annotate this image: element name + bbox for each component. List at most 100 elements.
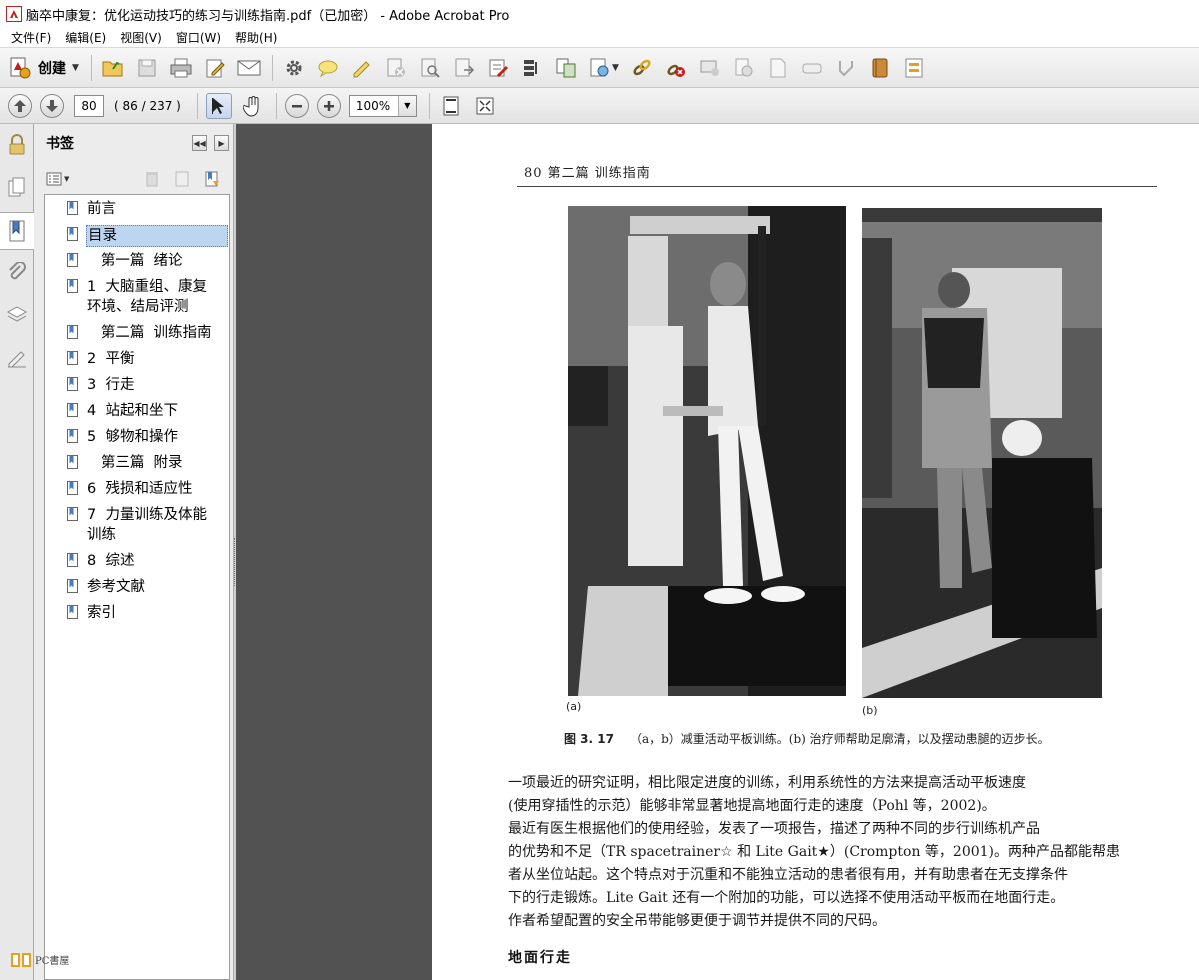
previous-page-button[interactable] — [8, 93, 32, 118]
bookmark-item[interactable]: 6 残损和适应性 — [45, 479, 229, 505]
save-button[interactable] — [134, 55, 160, 81]
edit-document-icon — [206, 59, 225, 77]
edit-button[interactable] — [202, 55, 228, 81]
action-button[interactable] — [833, 55, 859, 81]
bookmark-label: 5 够物和操作 — [87, 429, 178, 445]
zoom-out-button[interactable] — [284, 93, 309, 118]
cursor-arrow-icon — [211, 97, 224, 114]
bookmark-item[interactable]: 第三篇 附录 — [45, 453, 229, 479]
new-bookmark-button[interactable] — [174, 170, 190, 191]
unlink-button[interactable] — [663, 55, 689, 81]
remove-button[interactable] — [383, 55, 409, 81]
navigation-toolbar: 80 ( 86 / 237 ) 100% ▼ — [0, 88, 1199, 124]
bookmark-item[interactable]: 第二篇 训练指南 — [45, 323, 229, 349]
options-menu-button[interactable]: ▼ — [46, 172, 69, 186]
bookmark-item[interactable]: 3 行走 — [45, 375, 229, 401]
web-capture-button[interactable]: ▼ — [587, 55, 621, 81]
attachments-panel-button[interactable] — [3, 258, 31, 288]
bookmark-item[interactable]: 1 大脑重组、康复 环境、结局评测 — [45, 277, 229, 323]
bookmark-item[interactable]: 2 平衡 — [45, 349, 229, 375]
settings-button[interactable] — [281, 55, 307, 81]
bookmark-icon — [9, 220, 25, 242]
text-line: 者从坐位站起。这个特点对于沉重和不能独立活动的患者很有用，并有助患者在无支撑条件 — [508, 867, 1068, 883]
bookmark-item[interactable]: 目录 — [45, 225, 229, 251]
next-page-button[interactable] — [40, 93, 64, 118]
chevron-down-icon: ▼ — [72, 62, 79, 73]
paperclip-icon — [9, 262, 26, 280]
blank-page-button[interactable] — [765, 55, 791, 81]
chevron-down-icon: ▼ — [64, 175, 70, 183]
menu-view[interactable]: 视图(V) — [113, 29, 169, 46]
open-button[interactable] — [100, 55, 126, 81]
delete-page-icon — [387, 58, 405, 77]
fit-page-button[interactable] — [438, 93, 464, 119]
page-count: ( 86 / 237 ) — [114, 98, 181, 113]
menu-help[interactable]: 帮助(H) — [228, 29, 284, 46]
bookmarks-panel-button[interactable] — [0, 212, 34, 250]
review-button[interactable] — [697, 55, 723, 81]
secure-button[interactable] — [629, 55, 655, 81]
blank-page-icon — [770, 58, 786, 77]
create-button[interactable]: 创建 ▼ — [8, 54, 79, 82]
menu-edit[interactable]: 编辑(E) — [58, 29, 113, 46]
bookmark-icon — [67, 455, 78, 469]
export-icon — [455, 58, 474, 76]
page-number-input[interactable]: 80 — [74, 94, 104, 117]
bookmark-item[interactable]: 前言 — [45, 199, 229, 225]
forms-button[interactable] — [901, 55, 927, 81]
gear-icon — [286, 60, 302, 75]
bookmark-tag-icon — [205, 171, 219, 187]
chevron-down-icon[interactable]: ▼ — [397, 95, 416, 116]
pages-button[interactable] — [553, 55, 579, 81]
text-line: (使用穿插性的示范）能够非常显著地提高地面行走的速度（Pohl 等，2002)。 — [508, 798, 996, 814]
info-button[interactable] — [731, 55, 757, 81]
bookmark-icon — [67, 227, 78, 241]
bookmark-item[interactable]: 5 够物和操作 — [45, 427, 229, 453]
reader-button[interactable] — [799, 55, 825, 81]
sign-button[interactable] — [349, 55, 375, 81]
bookmark-label: 第二篇 训练指南 — [87, 325, 212, 341]
bookmark-icon — [67, 279, 78, 293]
email-button[interactable] — [236, 55, 262, 81]
notebook-button[interactable] — [867, 55, 893, 81]
figure-number: 图 3. 17 — [564, 732, 614, 746]
layers-panel-button[interactable] — [3, 300, 31, 330]
delete-bookmark-button[interactable] — [144, 170, 160, 191]
zoom-in-button[interactable] — [316, 93, 341, 118]
bookmark-item[interactable]: 4 站起和坐下 — [45, 401, 229, 427]
export-button[interactable] — [451, 55, 477, 81]
bookmark-item[interactable]: 7 力量训练及体能 训练 — [45, 505, 229, 551]
search-doc-button[interactable] — [417, 55, 443, 81]
figure-caption: 图 3. 17 （a，b）减重活动平板训练。(b) 治疗师帮助足廓清，以及摆动患腿… — [564, 730, 1050, 747]
select-tool-button[interactable] — [205, 92, 232, 119]
bookmark-item[interactable]: 索引 — [45, 603, 229, 629]
bookmark-item[interactable]: 参考文献 — [45, 577, 229, 603]
bookmark-item[interactable]: 第一篇 绪论 — [45, 251, 229, 277]
sign-pen-icon — [353, 60, 370, 77]
panel-options-button[interactable]: ▶ — [214, 135, 229, 151]
signatures-panel-button[interactable] — [3, 344, 31, 374]
bookmark-icon — [67, 553, 78, 567]
document-view[interactable]: 80 第二篇 训练指南 (a) (b) 图 3. 17 （a，b）减重活动平板训… — [236, 124, 1199, 980]
form-button[interactable] — [485, 55, 511, 81]
collapse-panel-button[interactable]: ◀◀ — [192, 135, 207, 151]
pages-panel-button[interactable] — [3, 172, 31, 202]
menu-bar: 文件(F) 编辑(E) 视图(V) 窗口(W) 帮助(H) — [0, 28, 1199, 48]
bookmark-label: 参考文献 — [87, 579, 145, 595]
toolbar-separator — [90, 54, 92, 81]
hand-tool-button[interactable] — [240, 93, 266, 119]
security-panel-button[interactable] — [3, 130, 31, 160]
full-screen-button[interactable] — [472, 93, 498, 119]
bookmark-icon — [67, 253, 78, 267]
tag-bookmark-button[interactable] — [204, 170, 222, 191]
print-button[interactable] — [168, 55, 194, 81]
combine-button[interactable] — [519, 55, 545, 81]
menu-file[interactable]: 文件(F) — [4, 29, 58, 46]
window-title: 脑卒中康复：优化运动技巧的练习与训练指南.pdf（已加密） - Adobe Ac… — [26, 8, 510, 24]
menu-window[interactable]: 窗口(W) — [169, 29, 228, 46]
comment-button[interactable] — [315, 55, 341, 81]
bookmark-item[interactable]: 8 综述 — [45, 551, 229, 577]
zoom-select[interactable]: 100% ▼ — [348, 94, 417, 117]
combine-icon — [523, 59, 537, 76]
watermark-text: PC書屋 — [35, 955, 70, 967]
